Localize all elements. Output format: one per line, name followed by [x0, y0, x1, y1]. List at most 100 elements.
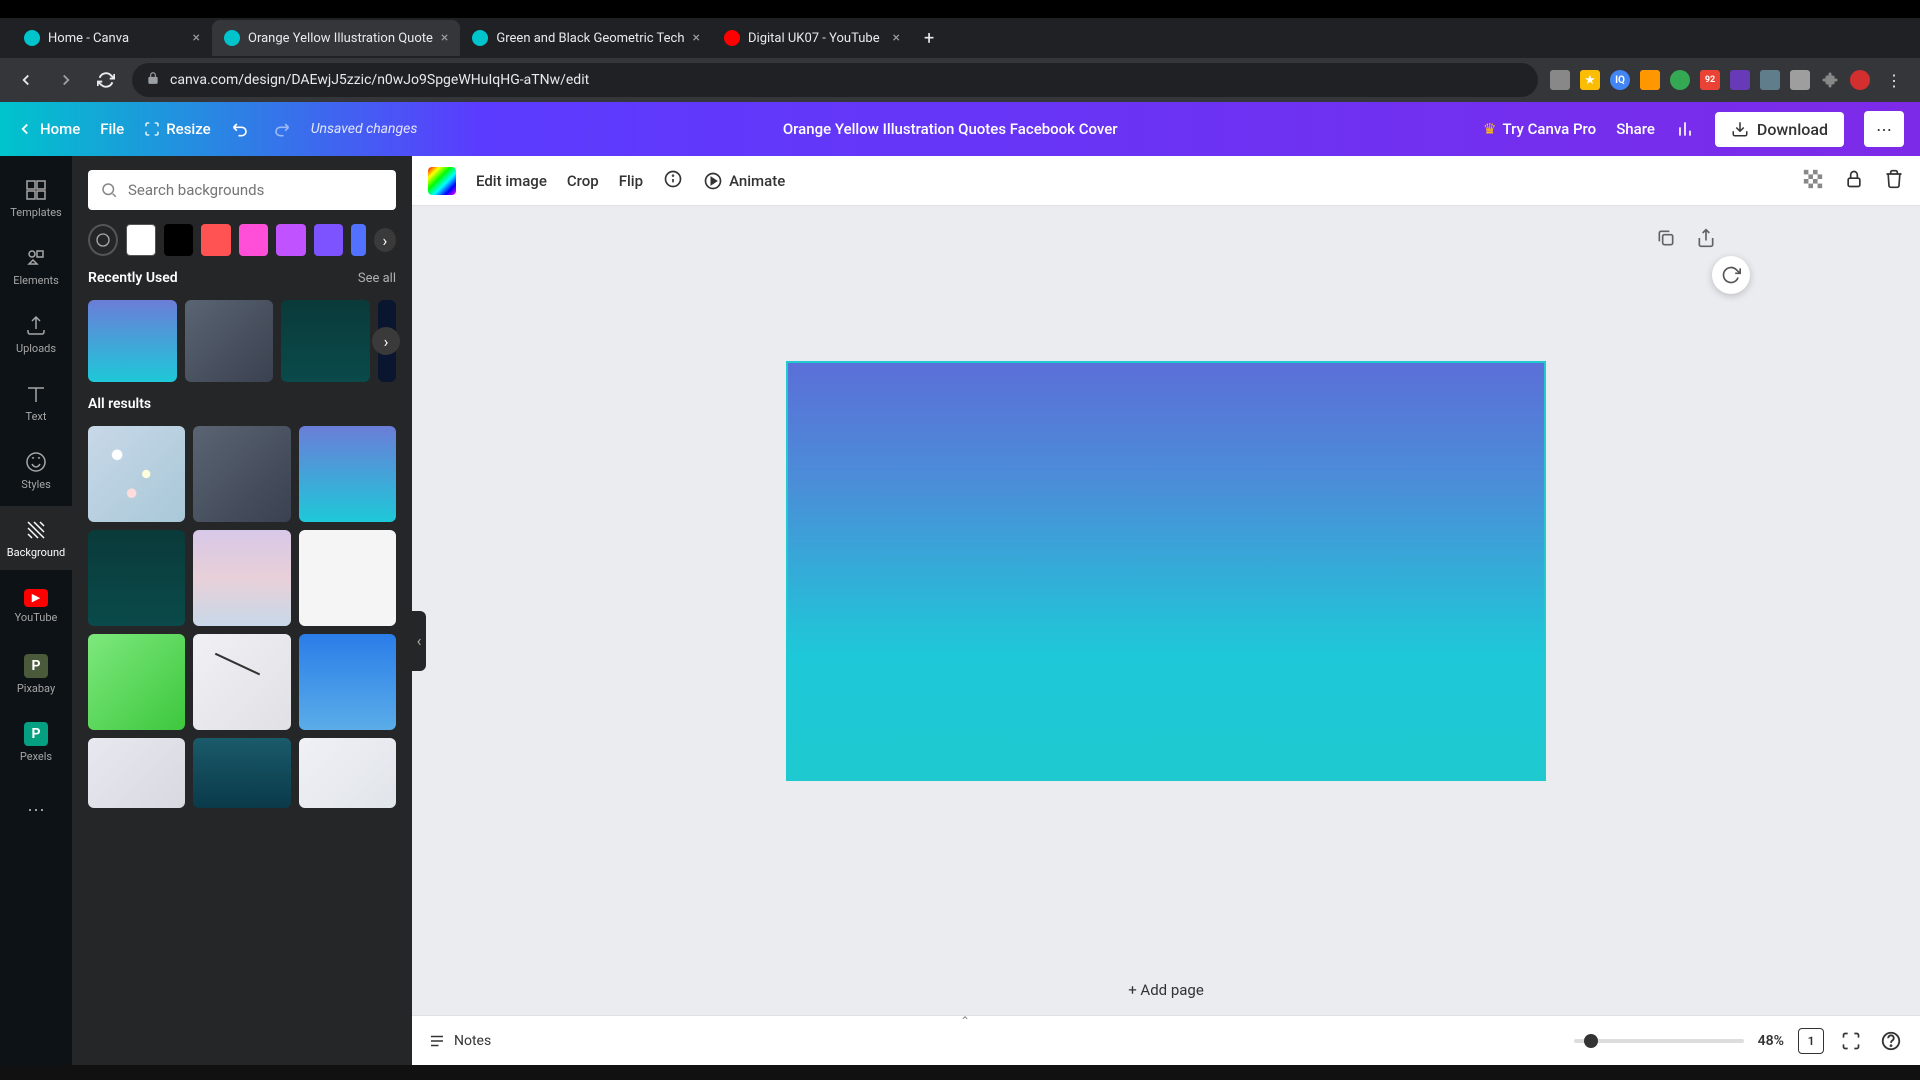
url-field[interactable]: canva.com/design/DAEwjJ5zzic/n0wJo9SpgeW… [132, 63, 1538, 97]
background-thumbnail[interactable] [193, 738, 290, 808]
background-thumbnail[interactable] [88, 426, 185, 522]
star-icon[interactable]: ★ [1580, 70, 1600, 90]
fullscreen-button[interactable] [1838, 1028, 1864, 1054]
notes-button[interactable]: Notes [428, 1032, 491, 1050]
background-thumbnail[interactable] [88, 530, 185, 626]
extension-icon[interactable] [1670, 70, 1690, 90]
page-indicator[interactable]: 1 [1798, 1028, 1824, 1054]
browser-tab[interactable]: Green and Black Geometric Tech × [460, 20, 712, 56]
search-box[interactable] [88, 170, 396, 210]
tab-close-icon[interactable]: × [441, 30, 448, 46]
file-button[interactable]: File [100, 120, 124, 138]
nav-text[interactable]: Text [0, 370, 72, 434]
zoom-slider-handle[interactable] [1584, 1034, 1598, 1048]
background-thumbnail[interactable] [299, 634, 396, 730]
address-bar: canva.com/design/DAEwjJ5zzic/n0wJo9SpgeW… [0, 58, 1920, 102]
background-thumbnail[interactable] [193, 634, 290, 730]
color-swatch-blue[interactable] [351, 224, 366, 256]
try-canva-pro-button[interactable]: ♛ Try Canva Pro [1483, 120, 1596, 138]
color-picker-button[interactable] [88, 224, 118, 256]
browser-menu-icon[interactable]: ⋮ [1880, 66, 1908, 94]
color-swatch-red[interactable] [201, 224, 231, 256]
browser-tab[interactable]: Home - Canva × [12, 20, 212, 56]
nav-elements[interactable]: Elements [0, 234, 72, 298]
back-button[interactable] [12, 66, 40, 94]
expand-pages-button[interactable]: ⌃ [960, 1014, 970, 1028]
extensions-menu-icon[interactable] [1820, 70, 1840, 90]
edit-image-button[interactable]: Edit image [476, 172, 547, 190]
nav-pexels[interactable]: P Pexels [0, 710, 72, 774]
duplicate-page-button[interactable] [1652, 224, 1680, 252]
zoom-percentage[interactable]: 48% [1758, 1033, 1784, 1049]
lock-button[interactable] [1844, 169, 1864, 193]
search-icon [100, 181, 118, 199]
thumbnails-scroll-right[interactable]: › [372, 327, 400, 355]
see-all-link[interactable]: See all [358, 271, 396, 286]
flip-button[interactable]: Flip [619, 172, 643, 190]
design-canvas[interactable] [786, 361, 1546, 781]
info-button[interactable] [663, 169, 683, 193]
transparency-button[interactable] [1802, 168, 1824, 194]
nav-background[interactable]: Background [0, 506, 72, 570]
home-button[interactable]: Home [16, 120, 80, 138]
color-swatch-purple[interactable] [314, 224, 344, 256]
background-thumbnail[interactable] [299, 426, 396, 522]
extension-icon[interactable] [1760, 70, 1780, 90]
extension-icon[interactable] [1550, 70, 1570, 90]
background-thumbnail[interactable] [88, 634, 185, 730]
share-button[interactable]: Share [1616, 120, 1655, 138]
nav-templates[interactable]: Templates [0, 166, 72, 230]
background-thumbnail[interactable] [281, 300, 370, 382]
forward-button[interactable] [52, 66, 80, 94]
nav-pixabay[interactable]: P Pixabay [0, 642, 72, 706]
nav-more[interactable]: ⋯ [0, 778, 72, 842]
extension-icon[interactable] [1640, 70, 1660, 90]
nav-styles[interactable]: Styles [0, 438, 72, 502]
undo-button[interactable] [231, 119, 251, 139]
background-thumbnail[interactable] [88, 300, 177, 382]
browser-tab[interactable]: Orange Yellow Illustration Quote × [212, 20, 460, 56]
color-swatch-black[interactable] [164, 224, 194, 256]
document-title[interactable]: Orange Yellow Illustration Quotes Facebo… [783, 120, 1118, 138]
resize-button[interactable]: Resize [144, 120, 210, 138]
background-thumbnail[interactable] [299, 738, 396, 808]
background-thumbnail[interactable] [185, 300, 274, 382]
share-page-button[interactable] [1692, 224, 1720, 252]
redo-button[interactable] [271, 119, 291, 139]
new-tab-button[interactable]: + [912, 28, 946, 49]
color-swatch-magenta[interactable] [276, 224, 306, 256]
profile-avatar[interactable] [1850, 70, 1870, 90]
background-thumbnail[interactable] [299, 530, 396, 626]
extension-icon[interactable] [1730, 70, 1750, 90]
crop-button[interactable]: Crop [567, 172, 599, 190]
background-thumbnail[interactable] [193, 426, 290, 522]
help-button[interactable] [1878, 1028, 1904, 1054]
nav-youtube[interactable]: ▶ YouTube [0, 574, 72, 638]
tab-close-icon[interactable]: × [893, 30, 900, 46]
delete-button[interactable] [1884, 169, 1904, 193]
zoom-slider[interactable] [1574, 1039, 1744, 1043]
tab-close-icon[interactable]: × [193, 30, 200, 46]
animate-button[interactable]: Animate [703, 171, 785, 191]
canvas-area: Edit image Crop Flip Animate [412, 156, 1920, 1065]
download-button[interactable]: Download [1715, 112, 1844, 147]
background-thumbnail[interactable] [88, 738, 185, 808]
extension-icon[interactable]: IQ [1610, 70, 1630, 90]
recently-used-heading: Recently Used [88, 270, 178, 286]
colors-scroll-right[interactable]: › [374, 228, 396, 252]
refresh-button[interactable] [1712, 256, 1750, 294]
home-label: Home [40, 120, 80, 138]
extension-icon[interactable]: 92 [1700, 70, 1720, 90]
color-swatch-white[interactable] [126, 224, 156, 256]
browser-tab[interactable]: Digital UK07 - YouTube × [712, 20, 912, 56]
color-swatch-pink[interactable] [239, 224, 269, 256]
reload-button[interactable] [92, 66, 120, 94]
extension-icon[interactable] [1790, 70, 1810, 90]
search-input[interactable] [128, 181, 384, 199]
insights-button[interactable] [1675, 119, 1695, 139]
more-options-button[interactable]: ⋯ [1864, 111, 1904, 147]
background-color-picker[interactable] [428, 167, 456, 195]
tab-close-icon[interactable]: × [693, 30, 700, 46]
background-thumbnail[interactable] [193, 530, 290, 626]
nav-uploads[interactable]: Uploads [0, 302, 72, 366]
